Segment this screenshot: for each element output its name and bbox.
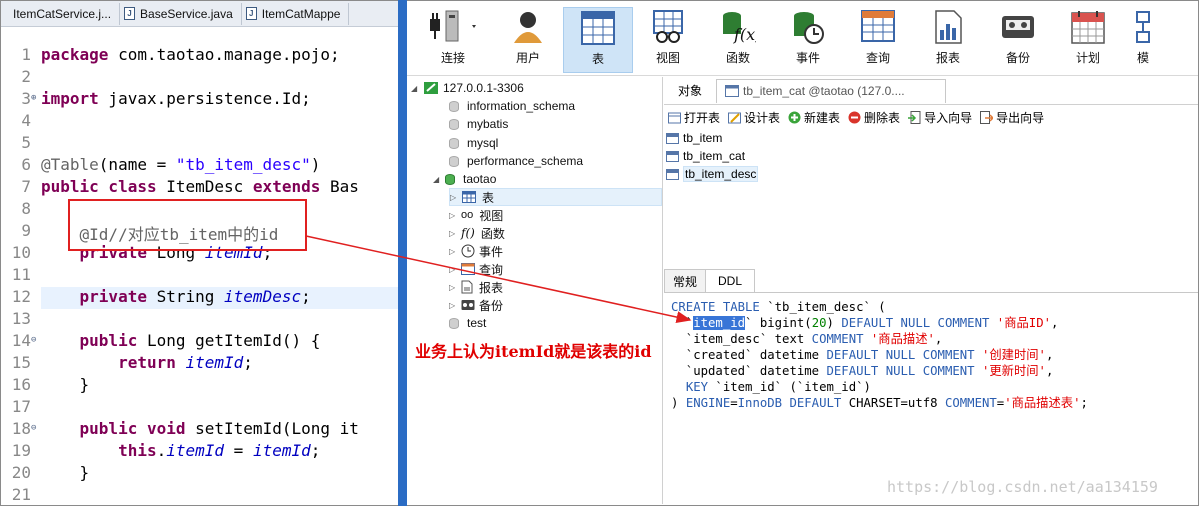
callout-text: 业务上认为itemId就是该表的id — [415, 342, 652, 361]
annotation-arrow — [305, 235, 692, 323]
watermark-text: https://blog.csdn.net/aa134159 — [887, 478, 1158, 496]
